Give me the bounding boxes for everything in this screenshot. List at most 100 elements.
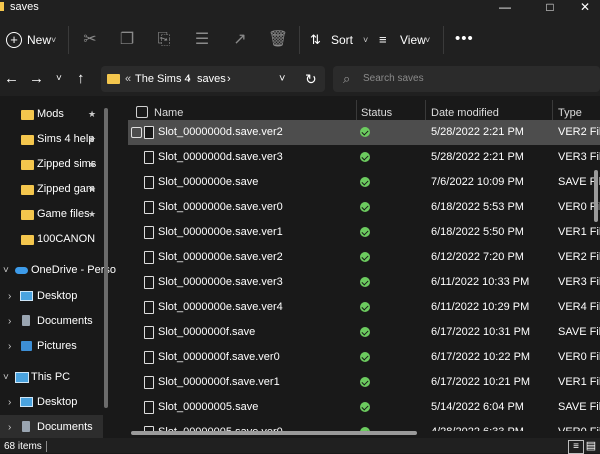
expand-chevron-icon[interactable]: ˅ [3,365,9,390]
file-date: 6/18/2022 5:50 PM [431,226,524,238]
sidebar-item-pc-documents[interactable]: › Documents [0,415,103,440]
file-row[interactable]: Slot_0000000f.save 6/17/2022 10:31 PM SA… [128,320,600,345]
breadcrumb-overflow[interactable]: « [125,66,131,92]
view-button[interactable]: ≡ View ˅ [379,30,437,50]
file-type: SAVE File [558,326,600,338]
file-name: Slot_0000000e.save.ver4 [158,301,283,313]
sidebar-item-zipped-sims[interactable]: Zipped sims ★ [0,152,103,177]
expand-chevron-icon[interactable]: › [8,284,11,309]
expand-chevron-icon[interactable]: › [8,334,11,359]
file-row[interactable]: Slot_0000000e.save.ver2 6/12/2022 7:20 P… [128,245,600,270]
search-box[interactable]: ⌕ Search saves [333,66,600,92]
file-row[interactable]: Slot_0000000d.save.ver3 5/28/2022 2:21 P… [128,145,600,170]
sidebar-item-sims-4-help[interactable]: Sims 4 help ★ [0,127,103,152]
chevron-down-icon[interactable]: ˅ [279,66,285,92]
file-name: Slot_0000000e.save.ver1 [158,226,283,238]
sidebar-item-100canon[interactable]: 100CANON [0,227,103,252]
sidebar-scrollbar[interactable] [104,108,108,408]
file-row[interactable]: Slot_0000000e.save 7/6/2022 10:09 PM SAV… [128,170,600,195]
file-type: VER1 File [558,226,600,238]
forward-arrow-icon[interactable]: → [29,70,44,88]
sidebar-item-label: Zipped gam [37,183,96,195]
recent-locations-icon[interactable]: ˅ [56,70,62,88]
file-row[interactable]: Slot_0000000e.save.ver4 6/11/2022 10:29 … [128,295,600,320]
sidebar-item-onedrive-pictures[interactable]: › Pictures [0,334,103,359]
back-arrow-icon[interactable]: ← [4,70,19,88]
search-input[interactable]: Search saves [363,66,424,92]
select-all-checkbox[interactable] [136,106,148,118]
sidebar-item-label: Documents [37,421,93,433]
new-button[interactable]: + New ˅ [6,30,60,50]
synced-status-icon [360,352,370,362]
sidebar-item-label: Mods [37,108,64,120]
sidebar-item-this-pc[interactable]: ˅ This PC [0,365,103,390]
tiles-view-icon[interactable]: ▤ [585,440,597,452]
file-type: VER0 File [558,420,600,431]
file-row[interactable]: Slot_0000000e.save.ver0 6/18/2022 5:53 P… [128,195,600,220]
file-row[interactable]: Slot_0000000d.save.ver2 5/28/2022 2:21 P… [128,120,600,145]
file-date: 6/17/2022 10:22 PM [431,351,531,363]
more-options-icon[interactable]: ••• [455,29,474,49]
expand-chevron-icon[interactable]: › [8,415,11,440]
synced-status-icon [360,302,370,312]
synced-status-icon [360,327,370,337]
breadcrumb-chevron: › [187,73,191,85]
file-icon [144,301,154,314]
cut-icon[interactable]: ✂ [79,30,101,50]
file-name: Slot_00000005.save.ver0 [158,420,283,431]
item-count: 68 items [4,441,42,452]
breadcrumb-saves[interactable]: saves [197,66,226,92]
file-date: 4/28/2022 6:33 PM [431,420,524,431]
chevron-down-icon: ˅ [51,35,57,45]
share-icon[interactable]: ↗ [229,30,251,50]
sidebar-item-mods[interactable]: Mods ★ [0,102,103,127]
synced-status-icon [360,127,370,137]
file-icon [144,151,154,164]
row-checkbox[interactable] [131,127,142,138]
file-name: Slot_0000000e.save.ver2 [158,251,283,263]
sidebar-item-pc-desktop[interactable]: › Desktop [0,390,103,415]
maximize-icon[interactable]: □ [535,0,565,14]
file-row[interactable]: Slot_0000000f.save.ver0 6/17/2022 10:22 … [128,345,600,370]
synced-status-icon [360,252,370,262]
up-arrow-icon[interactable]: ↑ [77,70,85,88]
file-row[interactable]: Slot_0000000e.save.ver3 6/11/2022 10:33 … [128,270,600,295]
copy-icon[interactable]: ❐ [116,30,138,50]
rename-icon[interactable]: ☰ [191,30,213,50]
sidebar-item-onedrive-desktop[interactable]: › Desktop [0,284,103,309]
sidebar-item-label: 100CANON [37,233,96,245]
folder-icon [21,210,34,220]
sidebar-item-onedrive-documents[interactable]: › Documents [0,309,103,334]
close-icon[interactable]: ✕ [570,0,600,14]
file-icon [144,276,154,289]
file-row[interactable]: Slot_00000005.save 5/14/2022 6:04 PM SAV… [128,395,600,420]
sidebar-item-game-files[interactable]: Game files ★ [0,202,103,227]
file-row[interactable]: Slot_0000000e.save.ver1 6/18/2022 5:50 P… [128,220,600,245]
toolbar-divider [299,26,300,54]
sort-icon: ⇅ [310,32,321,47]
refresh-icon[interactable]: ↻ [305,66,317,92]
computer-icon [15,372,29,383]
file-type: VER2 File [558,126,600,138]
file-row[interactable]: Slot_00000005.save.ver0 4/28/2022 6:33 P… [128,420,600,431]
expand-chevron-icon[interactable]: › [8,390,11,415]
breadcrumb-the-sims-4[interactable]: The Sims 4 [135,66,191,92]
delete-icon[interactable]: 🗑 [267,30,289,50]
details-view-icon[interactable]: ≡ [568,440,584,454]
expand-chevron-icon[interactable]: ˅ [3,258,9,283]
paste-icon[interactable]: ⎘ [153,30,175,50]
file-name: Slot_0000000f.save [158,326,256,338]
desktop-icon [20,397,33,407]
file-date: 6/11/2022 10:29 PM [431,301,530,313]
sidebar-item-onedrive[interactable]: ˅ OneDrive - Perso [0,258,116,283]
vertical-scrollbar[interactable] [594,170,598,222]
address-bar[interactable]: « The Sims 4 › saves › ˅ ↻ [101,66,325,92]
expand-chevron-icon[interactable]: › [8,309,11,334]
folder-icon [21,110,34,120]
sidebar-item-zipped-gam[interactable]: Zipped gam ★ [0,177,103,202]
file-row[interactable]: Slot_0000000f.save.ver1 6/17/2022 10:21 … [128,370,600,395]
sort-button[interactable]: ⇅ Sort ˅ [310,30,368,50]
horizontal-scrollbar[interactable] [131,431,417,435]
file-icon [144,401,154,414]
minimize-icon[interactable]: — [490,0,520,14]
